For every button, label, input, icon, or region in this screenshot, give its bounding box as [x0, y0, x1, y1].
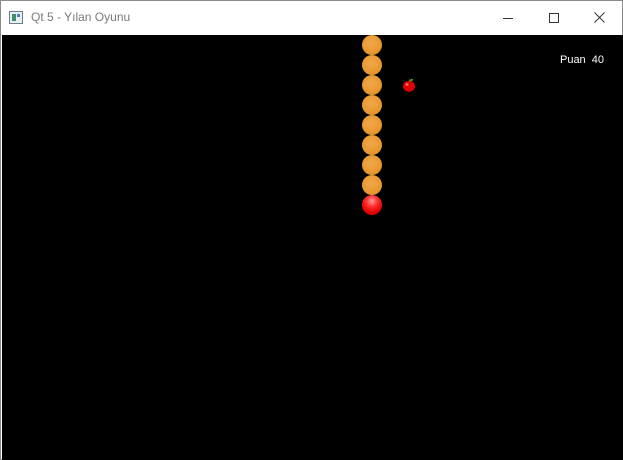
maximize-button[interactable]: [531, 1, 577, 34]
score-label: Puan: [559, 54, 586, 66]
apple-icon: [403, 78, 415, 92]
game-window: Qt 5 - Yılan Oyunu Puan 40: [0, 0, 623, 460]
close-icon: [593, 12, 605, 23]
score-display: Puan 40: [560, 54, 604, 66]
snake-body-segment: [362, 95, 382, 115]
snake-body-segment: [362, 175, 382, 195]
minimize-button[interactable]: [485, 1, 531, 34]
minimize-icon: [503, 17, 513, 19]
window-title: Qt 5 - Yılan Oyunu: [31, 10, 131, 24]
snake-body-segment: [362, 55, 382, 75]
close-button[interactable]: [576, 1, 622, 34]
snake-body-segment: [362, 155, 382, 175]
game-board[interactable]: Puan 40: [2, 35, 623, 460]
snake-body-segment: [362, 135, 382, 155]
snake-body-segment: [362, 75, 382, 95]
snake-body-segment: [362, 35, 382, 55]
title-bar[interactable]: Qt 5 - Yılan Oyunu: [1, 1, 622, 34]
app-window-icon[interactable]: [9, 11, 23, 24]
snake-head: [362, 195, 382, 215]
snake-body-segment: [362, 115, 382, 135]
score-value: 40: [591, 54, 604, 66]
maximize-icon: [549, 12, 559, 23]
